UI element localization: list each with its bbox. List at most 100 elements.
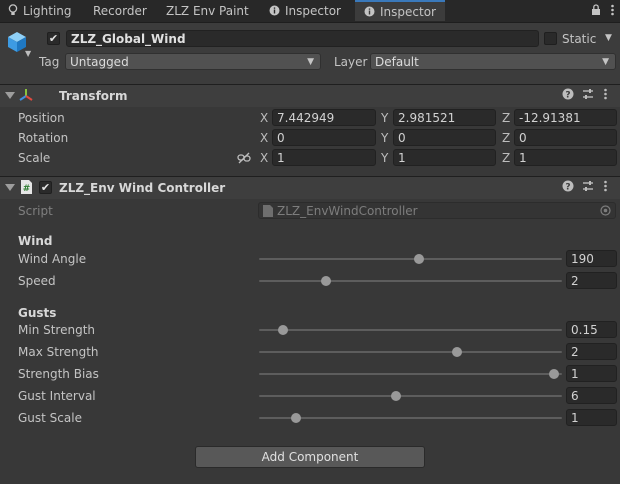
component-enabled-checkbox[interactable]: ✔	[39, 181, 52, 194]
wind-angle-slider-handle[interactable]	[414, 254, 425, 264]
speed-slider-track[interactable]	[259, 280, 562, 282]
scale-label: Scale	[18, 151, 51, 165]
transform-header[interactable]: Transform ?	[0, 84, 620, 108]
tab-controls	[591, 4, 614, 19]
rotation-label: Rotation	[18, 131, 69, 145]
more-options-icon[interactable]	[611, 4, 614, 19]
active-checkbox[interactable]: ✔	[47, 32, 60, 45]
min-strength-label: Min Strength	[18, 323, 96, 337]
rotation-z-field[interactable]: 0	[514, 129, 617, 146]
scale-y-field[interactable]: 1	[393, 149, 496, 166]
tab-recorder[interactable]: Recorder	[93, 0, 147, 22]
speed-value-field[interactable]: 2	[566, 272, 617, 289]
position-x-field[interactable]: 7.442949	[272, 109, 376, 126]
max-strength-slider-track[interactable]	[259, 351, 562, 353]
wind-angle-value-field[interactable]: 190	[566, 250, 617, 267]
tab-label: ZLZ Env Paint	[166, 4, 249, 18]
max-strength-value-field[interactable]: 2	[566, 343, 617, 360]
component-menu-icon[interactable]	[604, 88, 607, 103]
wind-controller-header[interactable]: # ✔ ZLZ_Env Wind Controller ?	[0, 176, 620, 200]
svg-text:?: ?	[565, 91, 570, 101]
position-y-field[interactable]: 2.981521	[393, 109, 496, 126]
tab-label: Recorder	[93, 4, 147, 18]
tab-label: Inspector	[380, 5, 436, 19]
gust-scale-value-field[interactable]: 1	[566, 409, 617, 426]
strength-bias-value-field[interactable]: 1	[566, 365, 617, 382]
max-strength-slider-handle[interactable]	[452, 347, 463, 357]
axis-x-label: X	[260, 111, 269, 125]
tab-lighting[interactable]: Lighting	[8, 0, 72, 22]
tag-value: Untagged	[70, 55, 129, 69]
axis-y-label: Y	[381, 151, 389, 165]
strength-bias-slider-track[interactable]	[259, 373, 562, 375]
min-strength-slider-track[interactable]	[259, 329, 562, 331]
script-file-icon	[263, 205, 273, 221]
gust-interval-value-field[interactable]: 6	[566, 387, 617, 404]
transform-axes-icon	[19, 88, 33, 105]
component-menu-icon[interactable]	[604, 180, 607, 195]
layer-value: Default	[375, 55, 419, 69]
axis-z-label: Z	[502, 131, 511, 145]
scale-x-field[interactable]: 1	[272, 149, 376, 166]
position-z-field[interactable]: -12.91381	[514, 109, 617, 126]
tab-label: Lighting	[23, 4, 72, 18]
wind-angle-slider-track[interactable]	[259, 258, 562, 260]
svg-text:?: ?	[565, 183, 570, 193]
transform-body: Position X 7.442949 Y 2.981521 Z -12.913…	[0, 107, 620, 176]
layer-label: Layer	[334, 55, 368, 69]
axis-x-label: X	[260, 131, 269, 145]
add-component-button[interactable]: Add Component	[195, 446, 425, 468]
axis-y-label: Y	[381, 111, 389, 125]
axis-y-label: Y	[381, 131, 389, 145]
min-strength-value-field[interactable]: 0.15	[566, 321, 617, 338]
wind-controller-body: Script ZLZ_EnvWindController Wind Wind A…	[0, 199, 620, 439]
static-label: Static	[562, 32, 597, 46]
strength-bias-slider-handle[interactable]	[549, 369, 560, 379]
preset-sliders-icon[interactable]	[582, 88, 594, 103]
tab-label: Inspector	[285, 4, 341, 18]
chevron-down-icon: ▼	[602, 57, 609, 67]
position-label: Position	[18, 111, 65, 125]
foldout-arrow-icon[interactable]	[5, 92, 15, 99]
icon-dropdown-arrow-icon[interactable]: ▼	[25, 49, 31, 58]
gust-scale-slider-handle[interactable]	[291, 413, 302, 423]
tag-dropdown[interactable]: Untagged ▼	[65, 53, 321, 70]
rotation-x-field[interactable]: 0	[272, 129, 376, 146]
tab-inspector-2[interactable]: Inspector	[355, 0, 445, 21]
lock-icon[interactable]	[591, 4, 605, 19]
info-icon	[364, 3, 375, 23]
transform-title: Transform	[59, 89, 128, 103]
gust-scale-label: Gust Scale	[18, 411, 82, 425]
svg-text:#: #	[23, 184, 31, 194]
tag-label: Tag	[39, 55, 60, 69]
csharp-script-icon: #	[20, 180, 33, 197]
static-dropdown-arrow-icon[interactable]: ▼	[605, 33, 612, 43]
gust-interval-label: Gust Interval	[18, 389, 96, 403]
help-icon[interactable]: ?	[562, 180, 574, 195]
script-value: ZLZ_EnvWindController	[277, 204, 418, 218]
tab-bar: Lighting Recorder ZLZ Env Paint Inspecto…	[0, 0, 620, 23]
tab-zlz-env-paint[interactable]: ZLZ Env Paint	[166, 0, 249, 22]
lightbulb-icon	[8, 1, 18, 23]
gust-scale-slider-track[interactable]	[259, 417, 562, 419]
gust-interval-slider-track[interactable]	[259, 395, 562, 397]
unlinked-scale-icon[interactable]	[237, 152, 251, 167]
help-icon[interactable]: ?	[562, 88, 574, 103]
wind-angle-label: Wind Angle	[18, 252, 87, 266]
rotation-y-field[interactable]: 0	[393, 129, 496, 146]
object-header: ▼ ✔ ZLZ_Global_Wind Static ▼ Tag Untagge…	[0, 23, 620, 85]
static-checkbox[interactable]	[544, 32, 557, 45]
foldout-arrow-icon[interactable]	[5, 184, 15, 191]
speed-slider-handle[interactable]	[320, 276, 331, 286]
gusts-section-header: Gusts	[18, 306, 57, 320]
tab-inspector-1[interactable]: Inspector	[269, 0, 341, 22]
gust-interval-slider-handle[interactable]	[390, 391, 401, 401]
preset-sliders-icon[interactable]	[582, 180, 594, 195]
scale-z-field[interactable]: 1	[514, 149, 617, 166]
wind-section-header: Wind	[18, 234, 53, 248]
script-label: Script	[18, 204, 53, 218]
speed-label: Speed	[18, 274, 56, 288]
min-strength-slider-handle[interactable]	[278, 325, 289, 335]
layer-dropdown[interactable]: Default ▼	[370, 53, 616, 70]
object-name-field[interactable]: ZLZ_Global_Wind	[66, 30, 539, 47]
